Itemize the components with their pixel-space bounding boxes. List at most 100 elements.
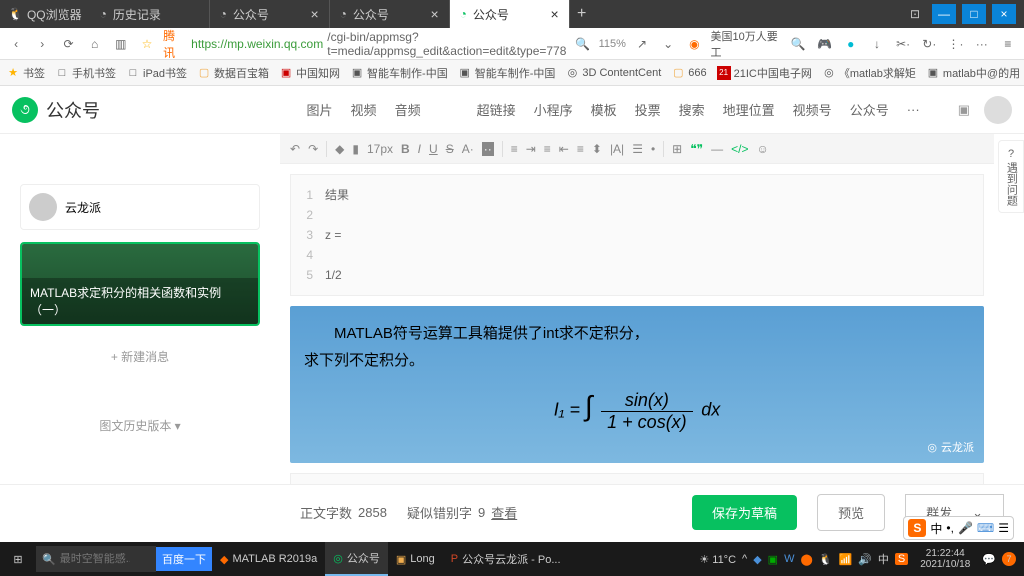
nav-link[interactable]: 超链接 — [477, 100, 516, 119]
quote-icon[interactable]: ❝❞ — [690, 142, 703, 156]
table-icon[interactable]: ⊞ — [672, 142, 682, 156]
ime-toolbar[interactable]: S 中 •, 🎤 ⌨ ☰ — [903, 516, 1014, 540]
taskbar-app-long[interactable]: ▣Long — [388, 542, 443, 576]
close-icon[interactable]: × — [550, 6, 558, 22]
share-icon[interactable]: ↗ — [632, 33, 652, 55]
tray-w-icon[interactable]: W — [784, 553, 794, 565]
bold-button[interactable]: B — [401, 142, 410, 156]
save-icon[interactable]: ▣ — [958, 102, 970, 118]
highlight-button[interactable]: ·· — [482, 142, 494, 156]
bullet-icon[interactable]: • — [651, 142, 655, 156]
game-icon[interactable]: 🎮 — [814, 33, 834, 55]
bookmark-item[interactable]: ★书签 — [6, 65, 45, 81]
tray-qq-icon[interactable]: 🐧 — [819, 553, 833, 566]
refresh-icon[interactable]: ↻· — [919, 33, 939, 55]
close-icon[interactable]: × — [430, 6, 438, 22]
close-window-button[interactable]: × — [992, 4, 1016, 24]
tray-d-icon[interactable]: ◆ — [753, 553, 761, 566]
nav-channels[interactable]: 视频号 — [793, 100, 832, 119]
clock[interactable]: 21:22:44 2021/10/18 — [914, 548, 976, 570]
search-icon[interactable]: 🔍 — [788, 33, 808, 55]
nav-image[interactable]: 图片 — [307, 100, 333, 119]
reload-button[interactable]: ⟳ — [58, 33, 78, 55]
tray-wifi-icon[interactable]: 📶 — [838, 553, 852, 566]
nav-template[interactable]: 模板 — [591, 100, 617, 119]
bookmark-item[interactable]: □iPad书签 — [126, 65, 187, 81]
spacing-icon[interactable]: |A| — [610, 142, 624, 156]
redo-button[interactable]: ↷ — [308, 142, 318, 156]
nav-more[interactable]: ··· — [907, 102, 920, 117]
new-message-button[interactable]: + 新建消息 — [20, 338, 260, 375]
menu-icon[interactable]: ··· — [972, 33, 992, 55]
user-avatar[interactable] — [984, 96, 1012, 124]
tab-wechat-1[interactable]: ◔公众号× — [210, 0, 330, 28]
scissors-icon[interactable]: ✂· — [893, 33, 913, 55]
tabs-icon[interactable]: ▥ — [111, 33, 131, 55]
star-icon[interactable]: ☆ — [137, 33, 157, 55]
tray-ime-icon[interactable]: 中 — [878, 551, 889, 567]
taskbar-app-ppt[interactable]: P公众号云龙派 - Po... — [443, 542, 569, 576]
tray-n-icon[interactable]: ▣ — [768, 553, 778, 566]
emoji-icon[interactable]: ☺ — [757, 142, 769, 156]
align-left-icon[interactable]: ≡ — [511, 142, 518, 156]
editor-pane[interactable]: 1结果 2 3z = 4 51/2 MATLAB符号运算工具箱提供了int求不定… — [280, 164, 1024, 484]
history-dropdown[interactable]: 图文历史版本 ▾ — [20, 407, 260, 444]
hamburger-icon[interactable]: ≡ — [998, 33, 1018, 55]
weather-widget[interactable]: ☀ 11°C — [699, 553, 736, 566]
brush-icon[interactable]: ▮ — [352, 142, 359, 156]
bookmark-item[interactable]: ◎《matlab求解矩 — [822, 65, 916, 81]
shield-icon[interactable]: ◉ — [684, 33, 704, 55]
record-icon[interactable]: ● — [841, 33, 861, 55]
nav-video[interactable]: 视频 — [351, 100, 377, 119]
back-button[interactable]: ‹ — [6, 33, 26, 55]
lineheight-icon[interactable]: ⬍ — [592, 142, 602, 156]
menu-icon[interactable]: ⊡ — [904, 3, 926, 25]
bookmark-item[interactable]: ▢666 — [671, 66, 706, 80]
tab-wechat-2[interactable]: ◔公众号× — [330, 0, 450, 28]
close-icon[interactable]: × — [310, 6, 318, 22]
code-icon[interactable]: </> — [731, 142, 748, 156]
bookmark-item[interactable]: ▣智能车制作-中国 — [350, 65, 448, 81]
ime-settings-icon[interactable]: ☰ — [998, 521, 1009, 535]
maximize-button[interactable]: □ — [962, 4, 986, 24]
tray-orange-icon[interactable]: ⬤ — [800, 553, 812, 566]
tray-s-icon[interactable]: S — [895, 553, 908, 565]
url-field[interactable]: https://mp.weixin.qq.com/cgi-bin/appmsg?… — [191, 30, 566, 58]
ime-mic-icon[interactable]: 🎤 — [958, 521, 973, 535]
more-icon[interactable]: ⋮· — [945, 33, 965, 55]
help-sidebar[interactable]: ? 遇到问题 — [998, 164, 1024, 213]
bookmark-item[interactable]: □手机书签 — [55, 65, 116, 81]
indent-icon[interactable]: ⇥ — [526, 142, 536, 156]
paint-icon[interactable]: ◆ — [335, 142, 344, 156]
start-button[interactable]: ⊞ — [0, 542, 36, 576]
ime-lang[interactable]: 中 — [930, 520, 942, 537]
new-tab-button[interactable]: + — [570, 0, 594, 28]
nav-miniapp[interactable]: 小程序 — [534, 100, 573, 119]
nav-location[interactable]: 地理位置 — [723, 100, 775, 119]
tab-history[interactable]: ◔历史记录 — [90, 0, 210, 28]
tray-volume-icon[interactable]: 🔊 — [858, 553, 872, 566]
article-card[interactable]: MATLAB求定积分的相关函数和实例（一） — [20, 242, 260, 326]
bookmark-item[interactable]: 2121IC中国电子网 — [717, 65, 812, 81]
align-center-icon[interactable]: ≡ — [544, 142, 551, 156]
strike-button[interactable]: S — [446, 142, 454, 156]
bookmark-item[interactable]: ▣智能车制作-中国 — [458, 65, 556, 81]
chevron-down-icon[interactable]: ⌄ — [658, 33, 678, 55]
undo-button[interactable]: ↶ — [290, 142, 300, 156]
divider-icon[interactable]: — — [711, 142, 723, 156]
news-text[interactable]: 美国10万人要工 — [710, 28, 782, 60]
fontsize-selector[interactable]: 17px — [367, 142, 393, 156]
minimize-button[interactable]: — — [932, 4, 956, 24]
forward-button[interactable]: › — [32, 33, 52, 55]
bookmark-item[interactable]: ◎3D ContentCent — [565, 66, 661, 80]
save-draft-button[interactable]: 保存为草稿 — [692, 495, 797, 530]
taskbar-app-matlab[interactable]: ◆MATLAB R2019a — [212, 542, 325, 576]
tab-wechat-active[interactable]: ◔公众号× — [450, 0, 570, 28]
list-icon[interactable]: ☰ — [632, 142, 643, 156]
baidu-button[interactable]: 百度一下 — [156, 547, 212, 571]
tray-chevron-icon[interactable]: ^ — [742, 553, 747, 565]
search-input[interactable] — [60, 553, 130, 565]
nav-search[interactable]: 搜索 — [679, 100, 705, 119]
color-button[interactable]: A· — [462, 142, 474, 156]
justify-icon[interactable]: ≡ — [577, 142, 584, 156]
